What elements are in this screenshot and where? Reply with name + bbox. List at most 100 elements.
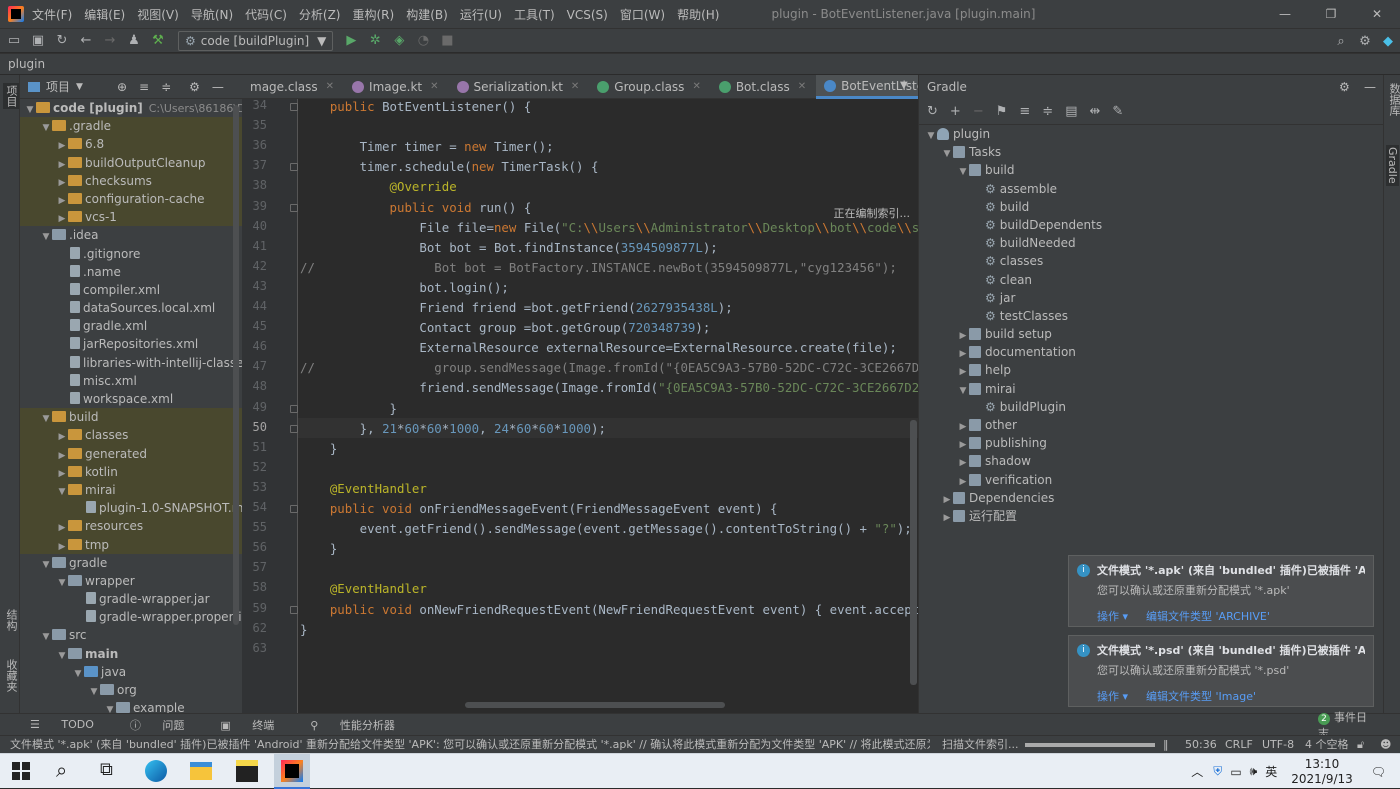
- expanded-arrow-icon[interactable]: ▼: [104, 701, 116, 713]
- locate-icon[interactable]: ⊕: [117, 80, 127, 94]
- editor-tab[interactable]: Image.kt ✕: [344, 75, 448, 99]
- project-tree-row[interactable]: ▼ .idea: [20, 226, 242, 244]
- editor-horizontal-scrollbar[interactable]: [465, 702, 725, 708]
- sync-icon[interactable]: ↻: [54, 33, 70, 49]
- project-tool-button[interactable]: 项目: [3, 83, 19, 109]
- clock[interactable]: 13:10 2021/9/13: [1291, 757, 1353, 787]
- close-tab-icon[interactable]: ✕: [326, 75, 334, 99]
- gradle-tree-row[interactable]: ⚙ buildNeeded: [919, 234, 1383, 252]
- project-tree-row[interactable]: workspace.xml: [20, 390, 242, 408]
- fold-marker-icon[interactable]: [290, 505, 298, 513]
- build-hammer-icon[interactable]: ⚒: [150, 33, 166, 49]
- gradle-tree-row[interactable]: ⚙ buildPlugin: [919, 398, 1383, 416]
- vcs-user-icon[interactable]: ♟: [126, 33, 142, 49]
- intellij-logo-icon[interactable]: [8, 6, 24, 22]
- gear-icon[interactable]: ⚙: [189, 80, 200, 94]
- breadcrumb[interactable]: plugin: [8, 57, 45, 71]
- line-separator[interactable]: CRLF: [1225, 737, 1253, 753]
- battery-icon[interactable]: ▭: [1230, 765, 1241, 779]
- gradle-tree-row[interactable]: ▶ shadow: [919, 452, 1383, 470]
- stop-icon[interactable]: ■: [439, 33, 455, 49]
- terminal-tool-button[interactable]: ▣ 终端: [220, 717, 292, 733]
- editor-tab[interactable]: Serialization.kt ✕: [449, 75, 590, 99]
- fold-marker-icon[interactable]: [290, 103, 298, 111]
- project-tree-row[interactable]: plugin-1.0-SNAPSHOT.m: [20, 499, 242, 518]
- menu-item[interactable]: 文件(F): [32, 8, 72, 22]
- execute-task-icon[interactable]: ⚑: [996, 104, 1008, 119]
- tabs-overflow-chevron-icon[interactable]: ▼: [900, 80, 908, 91]
- project-tree-row[interactable]: ▶ buildOutputCleanup: [20, 153, 242, 172]
- close-button[interactable]: ✕: [1354, 0, 1400, 28]
- gradle-tree-row[interactable]: ⚙ classes: [919, 252, 1383, 270]
- gradle-tree-row[interactable]: ▼ plugin: [919, 125, 1383, 143]
- run-icon[interactable]: ▶: [343, 33, 359, 49]
- editor-tab[interactable]: mage.class ✕: [242, 75, 344, 99]
- gradle-tree-row[interactable]: ▶ other: [919, 416, 1383, 434]
- intellij-taskbar-icon[interactable]: [274, 754, 310, 789]
- code-with-me-icon[interactable]: ◆: [1380, 33, 1396, 49]
- close-tab-icon[interactable]: ✕: [571, 75, 579, 99]
- project-tree-row[interactable]: ▶ classes: [20, 426, 242, 445]
- caret-position[interactable]: 50:36: [1185, 737, 1217, 753]
- coverage-icon[interactable]: ◈: [391, 33, 407, 49]
- file-encoding[interactable]: UTF-8: [1262, 737, 1294, 753]
- gradle-tool-button[interactable]: Gradle: [1386, 145, 1399, 186]
- gradle-tree-row[interactable]: ▶ help: [919, 361, 1383, 379]
- project-tree-row[interactable]: ▼ src: [20, 626, 242, 644]
- file-explorer-icon[interactable]: [190, 762, 212, 780]
- fold-marker-icon[interactable]: [290, 404, 298, 413]
- expand-all-icon[interactable]: ≡: [1019, 104, 1030, 119]
- gear-icon[interactable]: ⚙: [1339, 80, 1350, 94]
- gradle-tree-row[interactable]: ⚙ jar: [919, 289, 1383, 307]
- project-tree-row[interactable]: .name: [20, 263, 242, 281]
- project-tree-row[interactable]: .gitignore: [20, 245, 242, 263]
- project-tree-row[interactable]: ▶ resources: [20, 517, 242, 536]
- project-tree-row[interactable]: ▶ tmp: [20, 535, 242, 554]
- restore-button[interactable]: ❐: [1308, 0, 1354, 28]
- database-tool-button[interactable]: 数据库: [1386, 83, 1400, 116]
- menu-item[interactable]: 导航(N): [191, 8, 233, 22]
- edit-file-type-link[interactable]: 编辑文件类型 'Image': [1146, 690, 1256, 703]
- indexing-status[interactable]: 扫描文件索引...: [942, 737, 1019, 753]
- project-tree-row[interactable]: ▼ .gradle: [20, 117, 242, 136]
- notification-balloon[interactable]: i 文件模式 '*.psd' (来自 'bundled' 插件)已被插件 'A 您可…: [1068, 635, 1374, 707]
- project-tree-row[interactable]: libraries-with-intellij-classes.: [20, 354, 242, 372]
- gradle-tree-row[interactable]: ▶ build setup: [919, 325, 1383, 343]
- minimize-button[interactable]: —: [1262, 0, 1308, 28]
- tray-expand-icon[interactable]: ︿: [1191, 763, 1203, 780]
- windows-start-icon[interactable]: [12, 762, 34, 784]
- editor-vertical-scrollbar[interactable]: [910, 420, 917, 685]
- project-tree-row[interactable]: ▼ wrapper: [20, 572, 242, 590]
- profile-icon[interactable]: ◔: [415, 33, 431, 49]
- gradle-tree-row[interactable]: ▶ 运行配置: [919, 507, 1383, 525]
- menu-item[interactable]: 运行(U): [460, 8, 502, 22]
- gradle-tree-row[interactable]: ▼ Tasks: [919, 143, 1383, 161]
- run-configuration-select[interactable]: ⚙ code [buildPlugin] ▼: [178, 30, 334, 51]
- group-modules-icon[interactable]: ▤: [1065, 104, 1077, 119]
- project-tree-row[interactable]: ▶ kotlin: [20, 462, 242, 481]
- ime-indicator[interactable]: 英: [1265, 763, 1277, 780]
- inspector-icon[interactable]: ☻: [1380, 737, 1391, 753]
- menu-item[interactable]: 重构(R): [353, 8, 395, 22]
- lock-icon[interactable]: 🔓︎: [1357, 737, 1364, 753]
- project-tree-row[interactable]: jarRepositories.xml: [20, 335, 242, 353]
- gradle-tree-row[interactable]: ▼ mirai: [919, 380, 1383, 398]
- edit-file-type-link[interactable]: 编辑文件类型 'ARCHIVE': [1146, 610, 1270, 623]
- editor-tab[interactable]: Group.class ✕: [589, 75, 711, 99]
- menu-item[interactable]: 工具(T): [514, 8, 555, 22]
- project-tree-row[interactable]: ▼ code [plugin] C:\Users\86186\De: [20, 99, 242, 117]
- pause-icon[interactable]: ‖: [1163, 737, 1169, 753]
- notification-actions-link[interactable]: 操作 ▾: [1097, 690, 1128, 703]
- toggle-offline-icon[interactable]: ⇹: [1089, 104, 1100, 119]
- close-tab-icon[interactable]: ✕: [430, 75, 438, 99]
- search-icon[interactable]: ⌕: [1333, 33, 1349, 49]
- gradle-tree-row[interactable]: ▶ Dependencies: [919, 489, 1383, 507]
- code-editor[interactable]: 正在编制索引... public BotEventListener() { Ti…: [298, 99, 918, 713]
- gradle-tree-row[interactable]: ▼ build: [919, 161, 1383, 179]
- menu-item[interactable]: 视图(V): [137, 8, 179, 22]
- gradle-tree-row[interactable]: ▶ verification: [919, 471, 1383, 489]
- project-tree-row[interactable]: misc.xml: [20, 372, 242, 390]
- menu-item[interactable]: 编辑(E): [84, 8, 125, 22]
- fold-marker-icon[interactable]: [290, 605, 298, 614]
- gradle-tree-row[interactable]: ▶ publishing: [919, 434, 1383, 452]
